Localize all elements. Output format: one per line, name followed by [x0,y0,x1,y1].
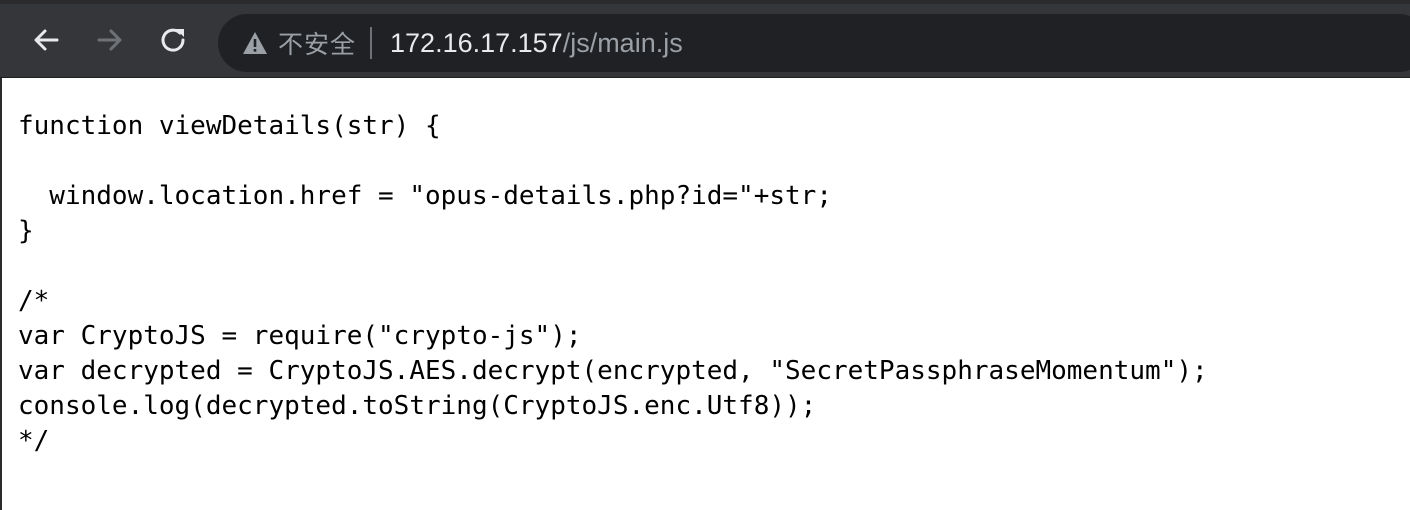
browser-toolbar: 不安全 172.16.17.157/js/main.js [0,0,1410,77]
arrow-left-icon [34,29,59,51]
code-line: console.log(decrypted.toString(CryptoJS.… [18,391,817,421]
address-bar[interactable]: 不安全 172.16.17.157/js/main.js [218,14,1410,72]
reload-button[interactable] [150,16,198,64]
forward-button[interactable] [86,16,134,64]
code-line: /* [18,286,50,316]
security-status-label[interactable]: 不安全 [278,25,356,61]
code-line: var decrypted = CryptoJS.AES.decrypt(enc… [18,356,1208,386]
code-line: } [18,216,34,246]
warning-triangle-icon[interactable] [242,30,268,56]
url-host: 172.16.17.157 [390,27,563,58]
code-line: window.location.href = "opus-details.php… [18,181,832,211]
code-line: var CryptoJS = require("crypto-js"); [18,321,582,351]
code-line: */ [18,426,50,456]
back-button[interactable] [22,16,70,64]
code-line: function viewDetails(str) { [18,111,441,141]
arrow-right-icon [97,29,122,51]
reload-icon [161,28,185,52]
browser-window: 不安全 172.16.17.157/js/main.js function vi… [0,0,1410,510]
url-text[interactable]: 172.16.17.157/js/main.js [390,28,683,59]
url-path: /js/main.js [562,27,683,58]
page-content: function viewDetails(str) { window.locat… [0,78,1410,510]
omnibox-divider [370,27,373,59]
source-code: function viewDetails(str) { window.locat… [18,109,1208,459]
